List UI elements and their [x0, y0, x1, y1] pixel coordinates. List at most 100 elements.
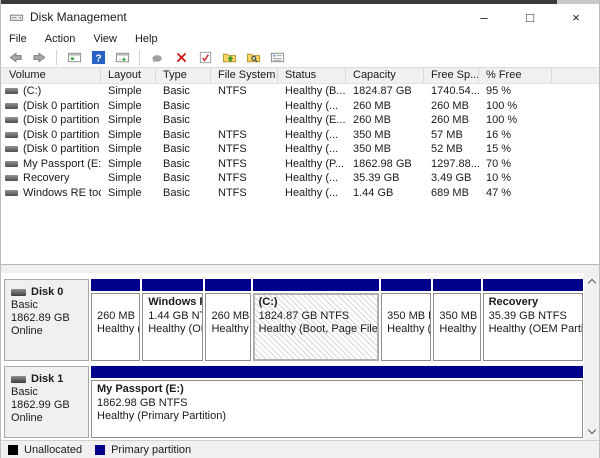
- partition-title: Recovery: [489, 296, 580, 310]
- partition-block[interactable]: (C:) 1824.87 GB NTFS Healthy (Boot, Page…: [253, 279, 380, 361]
- disk-name: Disk 0: [31, 286, 63, 299]
- disk-kind: Basic: [11, 299, 86, 312]
- volume-table-row[interactable]: (Disk 0 partition 1) Simple Basic Health…: [1, 99, 599, 114]
- partition-status-line: Healthy (: [387, 323, 428, 337]
- cell-status: Healthy (...: [278, 99, 346, 114]
- volume-name: Recovery: [23, 171, 69, 186]
- menu-help[interactable]: Help: [126, 33, 167, 45]
- legend-item: Primary partition: [95, 444, 191, 456]
- back-icon[interactable]: [5, 48, 25, 66]
- volume-table-row[interactable]: Windows RE tools Simple Basic NTFS Healt…: [1, 186, 599, 201]
- cell-capacity: 1862.98 GB: [346, 157, 424, 172]
- volume-name: (Disk 0 partition 6): [23, 128, 101, 143]
- partition-body: 260 MB Healthy (: [205, 293, 250, 361]
- cell-type: Basic: [156, 99, 211, 114]
- vertical-scrollbar[interactable]: [584, 273, 599, 440]
- cell-file-system: NTFS: [211, 128, 278, 143]
- cell-capacity: 260 MB: [346, 99, 424, 114]
- maximize-button[interactable]: □: [507, 4, 553, 30]
- menu-action[interactable]: Action: [36, 33, 85, 45]
- column-header-type[interactable]: Type: [156, 68, 211, 83]
- volume-icon: [5, 175, 18, 181]
- scroll-down-button[interactable]: [584, 424, 599, 440]
- volume-table-row[interactable]: My Passport (E:) Simple Basic NTFS Healt…: [1, 157, 599, 172]
- cell-file-system: [211, 99, 278, 114]
- partition-type-band: [205, 279, 250, 291]
- partition-title: [97, 296, 137, 310]
- cell-pct-free: 10 %: [479, 171, 552, 186]
- disk-info-pane[interactable]: Disk 0 Basic 1862.89 GB Online: [4, 279, 89, 361]
- column-header-free-sp[interactable]: Free Sp...: [424, 68, 479, 83]
- partition-status-line: Healthy (Primary Partition): [97, 410, 580, 424]
- cell-status: Healthy (...: [278, 142, 346, 157]
- partition-block[interactable]: Windows R 1.44 GB NTF Healthy (OEI: [142, 279, 203, 361]
- volume-icon: [5, 88, 18, 94]
- partition-block[interactable]: 260 MB Healthy (: [205, 279, 250, 361]
- help-icon[interactable]: ?: [88, 48, 108, 66]
- action-pane-icon[interactable]: [112, 48, 132, 66]
- console-tree-icon[interactable]: [64, 48, 84, 66]
- cell-layout: Simple: [101, 157, 156, 172]
- cell-pct-free: 15 %: [479, 142, 552, 157]
- close-button[interactable]: ×: [553, 4, 599, 30]
- volume-table-row[interactable]: (Disk 0 partition 7) Simple Basic NTFS H…: [1, 142, 599, 157]
- disk-management-window: Disk Management –□× FileActionViewHelp ?…: [0, 0, 600, 458]
- column-header-file-system[interactable]: File System: [211, 68, 278, 83]
- folder-up-icon[interactable]: [219, 48, 239, 66]
- cell-volume: (Disk 0 partition 7): [1, 142, 101, 157]
- partition-block[interactable]: Recovery 35.39 GB NTFS Healthy (OEM Part…: [483, 279, 583, 361]
- cell-file-system: NTFS: [211, 157, 278, 172]
- menu-view[interactable]: View: [84, 33, 126, 45]
- cell-type: Basic: [156, 113, 211, 128]
- column-header-status[interactable]: Status: [278, 68, 346, 83]
- volume-table-row[interactable]: (C:) Simple Basic NTFS Healthy (B... 182…: [1, 84, 599, 99]
- volume-table-row[interactable]: (Disk 0 partition 3) Simple Basic Health…: [1, 113, 599, 128]
- scroll-up-button[interactable]: [584, 273, 599, 289]
- partition-body: 350 MB N Healthy (: [381, 293, 431, 361]
- partition-title: [211, 296, 247, 310]
- volume-table-row[interactable]: (Disk 0 partition 6) Simple Basic NTFS H…: [1, 128, 599, 143]
- partition-area: My Passport (E:) 1862.98 GB NTFS Healthy…: [89, 366, 583, 438]
- cell-type: Basic: [156, 171, 211, 186]
- toolbar-separator: [139, 50, 140, 65]
- cell-free-space: 52 MB: [424, 142, 479, 157]
- pane-splitter[interactable]: [1, 264, 599, 273]
- disk-status: Online: [11, 325, 86, 338]
- chevron-up-icon: [587, 279, 595, 287]
- action-pointer-icon[interactable]: [147, 48, 167, 66]
- column-header-layout[interactable]: Layout: [101, 68, 156, 83]
- partition-status-line: Healthy (: [439, 323, 477, 337]
- cell-volume: (Disk 0 partition 1): [1, 99, 101, 114]
- partition-block[interactable]: 350 MB N Healthy (: [381, 279, 431, 361]
- cell-capacity: 350 MB: [346, 128, 424, 143]
- disk-name: Disk 1: [31, 373, 63, 386]
- volume-table-row[interactable]: Recovery Simple Basic NTFS Healthy (... …: [1, 171, 599, 186]
- partition-capacity-line: 350 MB N: [439, 310, 477, 324]
- column-header-volume[interactable]: Volume: [1, 68, 101, 83]
- minimize-button[interactable]: –: [461, 4, 507, 30]
- partition-block[interactable]: 260 MB Healthy (: [91, 279, 140, 361]
- column-header-free[interactable]: % Free: [479, 68, 552, 83]
- partition-capacity-line: 350 MB N: [387, 310, 428, 324]
- disk-size: 1862.89 GB: [11, 312, 86, 325]
- partition-type-band: [483, 279, 583, 291]
- delete-volume-icon[interactable]: [171, 48, 191, 66]
- svg-text:?: ?: [95, 53, 101, 64]
- check-doc-icon[interactable]: [195, 48, 215, 66]
- volume-list-pane: VolumeLayoutTypeFile SystemStatusCapacit…: [1, 68, 599, 264]
- volume-icon: [5, 161, 18, 167]
- cell-layout: Simple: [101, 186, 156, 201]
- folder-find-icon[interactable]: [243, 48, 263, 66]
- cell-free-space: 260 MB: [424, 99, 479, 114]
- menu-file[interactable]: File: [1, 33, 36, 45]
- disk-info-pane[interactable]: Disk 1 Basic 1862.99 GB Online: [4, 366, 89, 438]
- properties-icon[interactable]: [267, 48, 287, 66]
- cell-layout: Simple: [101, 99, 156, 114]
- partition-title: (C:): [259, 296, 377, 310]
- forward-icon[interactable]: [29, 48, 49, 66]
- column-header-capacity[interactable]: Capacity: [346, 68, 424, 83]
- partition-block[interactable]: 350 MB N Healthy (: [433, 279, 480, 361]
- partition-capacity-line: 1862.98 GB NTFS: [97, 397, 580, 411]
- partition-block[interactable]: My Passport (E:) 1862.98 GB NTFS Healthy…: [91, 366, 583, 438]
- legend-swatch: [8, 445, 18, 455]
